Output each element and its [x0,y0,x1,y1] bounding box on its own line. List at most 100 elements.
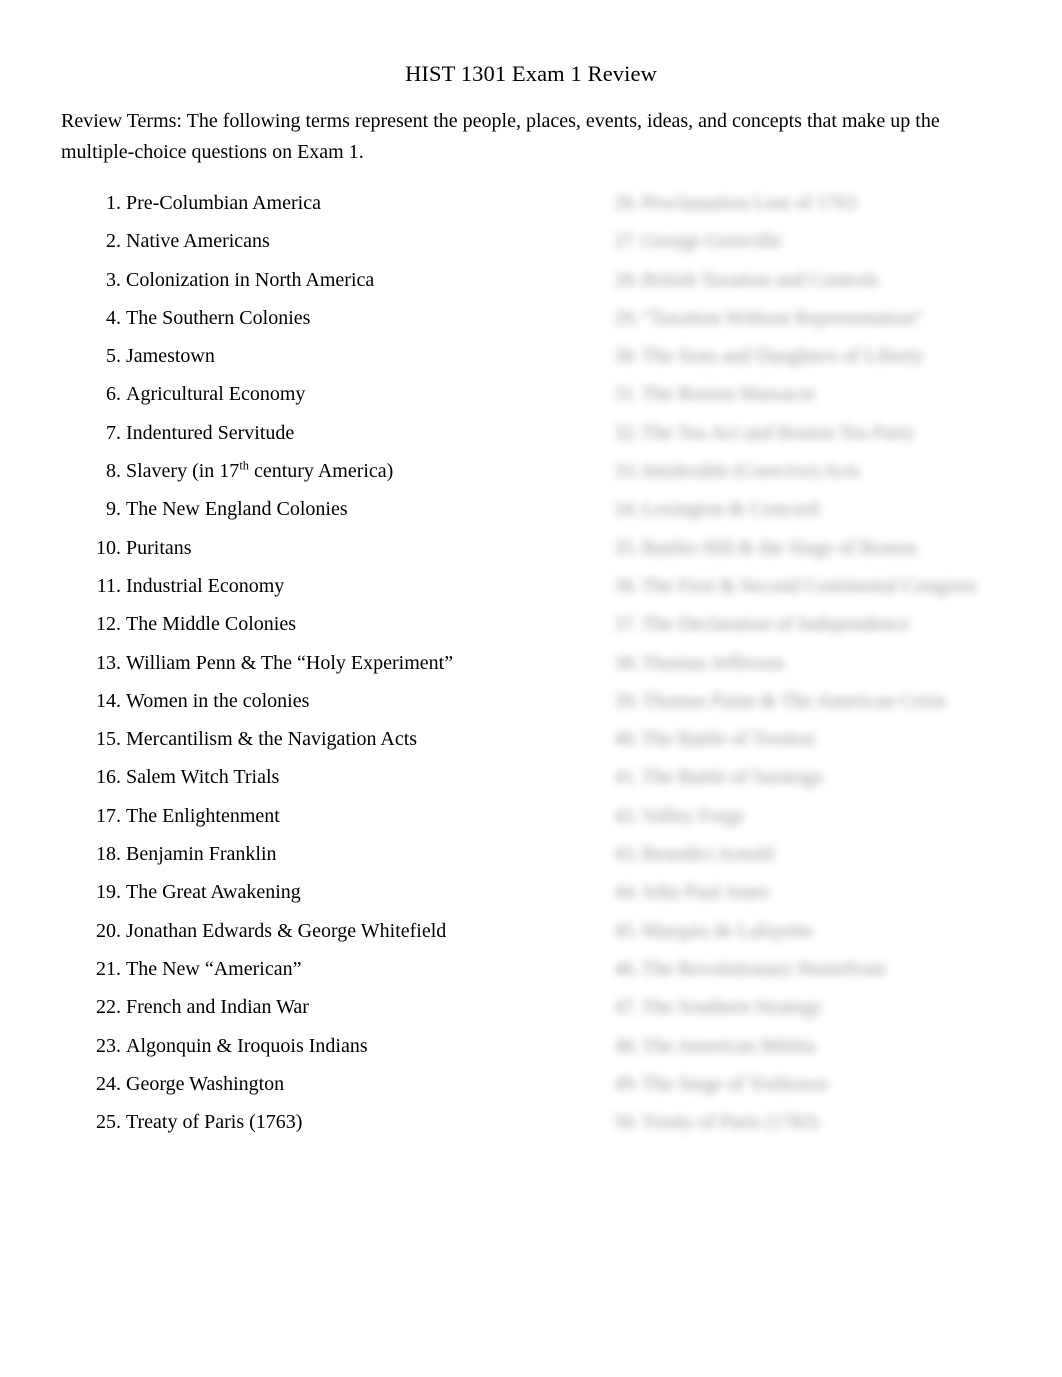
list-item-label: The Tea Act and Boston Tea Party [642,421,916,444]
list-item-label: Intolerable (Coercive) Acts [642,460,860,483]
list-item-number: 32. [614,421,639,444]
list-item: 48. The American Militia [608,1033,1038,1071]
list-item-label: The Southern Colonies [126,306,311,329]
list-item-number: 31. [614,383,639,406]
list-item-number: 5. [106,345,121,368]
list-item-label: The Sons and Daughters of Liberty [642,345,924,368]
list-item-label: The Revolutionary Homefront [642,957,886,980]
list-item-number: 18. [96,843,121,866]
list-item-number: 20. [96,919,121,942]
list-item-number: 37. [614,613,639,636]
list-item: 22. French and Indian War [88,994,558,1032]
list-item: 37. The Declaration of Independence [608,611,1038,649]
list-item: 42. Valley Forge [608,803,1038,841]
list-item: 2. Native Americans [88,228,558,266]
list-item-label: The Southern Strategy [642,996,822,1019]
list-item: 13. William Penn & The “Holy Experiment” [88,650,558,688]
list-item-number: 1. [106,192,121,214]
list-item: 24. George Washington [88,1071,558,1109]
list-item-label: Valley Forge [642,804,745,827]
list-item-label: The Enlightenment [126,804,280,827]
list-item: 15. Mercantilism & the Navigation Acts [88,726,558,764]
list-item: 14. Women in the colonies [88,688,558,726]
list-item: 29. “Taxation Without Representation” [608,305,1038,343]
list-item: 40. The Battle of Trenton [608,726,1038,764]
list-item: 34. Lexington & Concord [608,496,1038,534]
list-item: 45. Marquis de Lafayette [608,918,1038,956]
list-item-number: 47. [614,996,639,1019]
list-item-number: 38. [614,651,639,674]
list-item: 32. The Tea Act and Boston Tea Party [608,420,1038,458]
list-item-label: Women in the colonies [126,689,310,712]
list-item: 36. The First & Second Continental Congre… [608,573,1038,611]
list-item-label: Lexington & Concord [642,498,819,521]
list-item: 38. Thomas Jefferson [608,650,1038,688]
list-item-number: 23. [96,1034,121,1057]
list-item-label: The Battle of Saratoga [642,766,823,789]
list-item: 39. Thomas Paine & The American Crisis [608,688,1038,726]
list-item-number: 49. [614,1072,639,1095]
list-item-number: 46. [614,957,639,980]
list-item-number: 13. [96,651,121,674]
list-item: 30. The Sons and Daughters of Liberty [608,343,1038,381]
list-item: 4. The Southern Colonies [88,305,558,343]
list-item-label: Indentured Servitude [126,421,295,444]
list-item: 25. Treaty of Paris (1763) [88,1109,558,1147]
list-item: 23. Algonquin & Iroquois Indians [88,1033,558,1071]
list-item-number: 7. [106,421,121,444]
list-item-label: Native Americans [126,230,270,253]
list-item: 7. Indentured Servitude [88,420,558,458]
list-item-label-part: Slavery (in 17 [126,460,240,483]
list-item-label: Thomas Jefferson [642,651,785,674]
list-item-number: 40. [614,728,639,751]
list-item-number: 11. [96,574,121,597]
list-item-number: 27. [614,230,639,253]
list-item-label: French and Indian War [126,996,309,1019]
list-item-label: Benedict Arnold [642,843,774,866]
list-item: 41. The Battle of Saratoga [608,764,1038,802]
list-item-number: 33. [614,460,639,483]
list-item-number: 25. [96,1111,121,1134]
list-item: 28. British Taxation and Controls [608,267,1038,305]
list-item-label: Benjamin Franklin [126,843,277,866]
list-item-label: Jamestown [126,345,215,368]
list-item-number: 6. [106,383,121,406]
list-item-label: British Taxation and Controls [642,268,879,291]
list-item: 27. George Grenville [608,228,1038,266]
list-item-label: The Middle Colonies [126,613,296,636]
list-item: 21. The New “American” [88,956,558,994]
list-item-number: 2. [106,230,121,253]
list-item-label: Algonquin & Iroquois Indians [126,1034,368,1057]
superscript-ordinal: th [239,458,249,473]
list-item-number: 39. [614,689,639,712]
list-item: 19. The Great Awakening [88,879,558,917]
list-item-number: 9. [106,498,121,521]
list-item-number: 8. [106,460,121,483]
list-item: 11. Industrial Economy [88,573,558,611]
list-item-number: 4. [106,306,121,329]
list-item-label: Jonathan Edwards & George Whitefield [126,919,447,942]
list-item: 35. Battles Hill & the Siege of Boston [608,535,1038,573]
list-item-number: 42. [614,804,639,827]
list-item: 50. Treaty of Paris (1783) [608,1109,1038,1147]
document-page: HIST 1301 Exam 1 Review Review Terms: Th… [0,0,1062,1377]
list-item: 5. Jamestown [88,343,558,381]
list-item-label: Thomas Paine & The American Crisis [642,689,947,712]
list-item-number: 48. [614,1034,639,1057]
list-item-number: 3. [106,268,121,291]
list-item: 46. The Revolutionary Homefront [608,956,1038,994]
list-item-number: 12. [96,613,121,636]
list-item-number: 17. [96,804,121,827]
list-item: 20. Jonathan Edwards & George Whitefield [88,918,558,956]
list-item-number: 30. [614,345,639,368]
list-item-label: The Great Awakening [126,881,301,904]
list-item-number: 14. [96,689,121,712]
list-item-label: The American Militia [642,1034,816,1057]
list-item-label: “Taxation Without Representation” [642,306,924,329]
list-item: 1. Pre-Columbian America [88,190,558,228]
list-item: 44. John Paul Jones [608,879,1038,917]
list-item-number: 22. [96,996,121,1019]
list-item: 10. Puritans [88,535,558,573]
list-item-label: The First & Second Continental Congress [642,574,977,597]
list-item-label: The Siege of Yorktown [642,1072,828,1095]
